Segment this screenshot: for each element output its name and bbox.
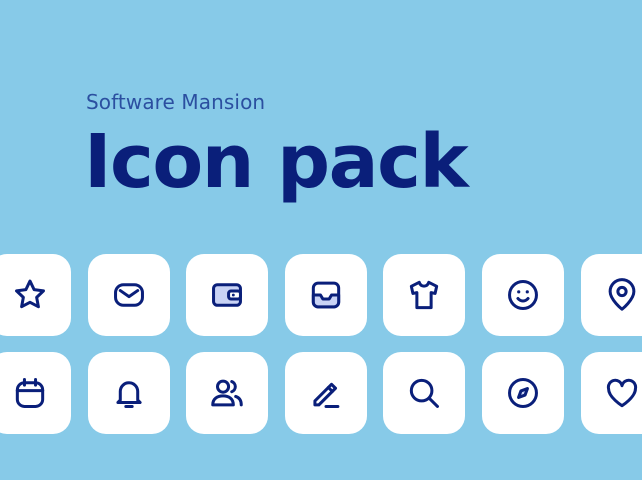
tile-inbox [285, 254, 367, 336]
pencil-icon [307, 374, 345, 412]
calendar-icon [11, 374, 49, 412]
tshirt-icon [405, 276, 443, 314]
location-pin-icon [603, 276, 641, 314]
tile-search [383, 352, 465, 434]
tile-smiley [482, 254, 564, 336]
tile-bell [88, 352, 170, 434]
smiley-icon [504, 276, 542, 314]
brand-name: Software Mansion [86, 90, 266, 114]
heart-icon [603, 374, 641, 412]
tile-envelope [88, 254, 170, 336]
tile-compass [482, 352, 564, 434]
tile-location [581, 254, 642, 336]
inbox-tray-icon [307, 276, 345, 314]
tile-calendar [0, 352, 71, 434]
tile-tshirt [383, 254, 465, 336]
wallet-icon [208, 276, 246, 314]
tile-users [186, 352, 268, 434]
envelope-icon [110, 276, 148, 314]
users-icon [208, 374, 246, 412]
compass-icon [504, 374, 542, 412]
icon-pack-banner: Software Mansion Icon pack [0, 0, 642, 480]
bell-icon [110, 374, 148, 412]
search-icon [405, 374, 443, 412]
tile-star [0, 254, 71, 336]
star-icon [11, 276, 49, 314]
tile-pencil [285, 352, 367, 434]
tile-wallet [186, 254, 268, 336]
tile-heart [581, 352, 642, 434]
page-title: Icon pack [84, 119, 469, 205]
